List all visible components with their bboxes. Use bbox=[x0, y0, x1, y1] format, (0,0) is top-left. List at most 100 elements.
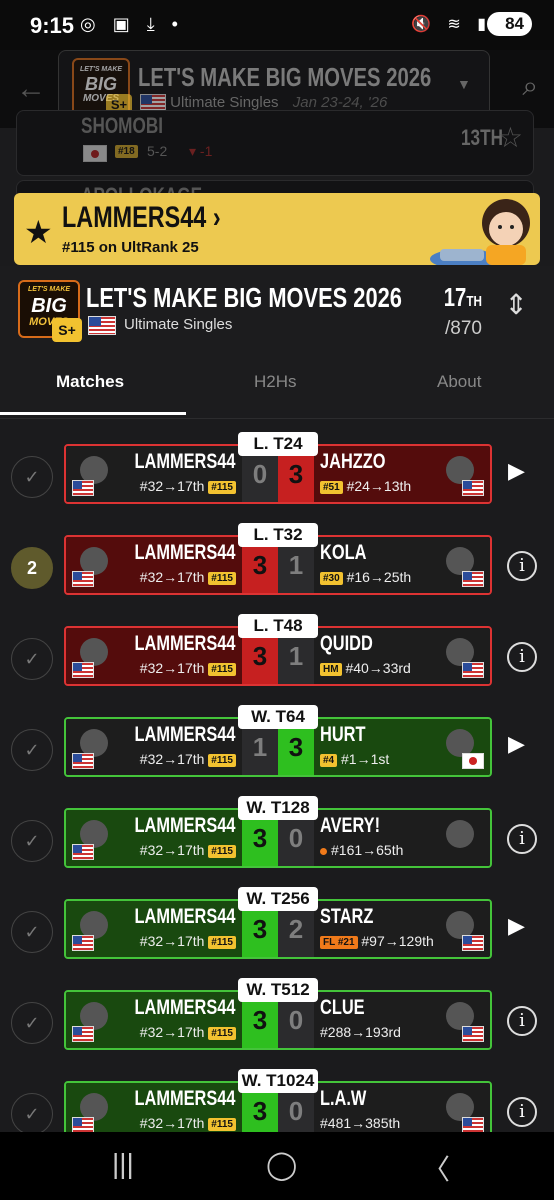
status-dot bbox=[320, 847, 327, 855]
opponent-name: QUIDD bbox=[320, 632, 373, 655]
round-label: W. T1024 bbox=[238, 1069, 318, 1093]
tier-badge: S+ bbox=[52, 318, 82, 342]
play-video-icon[interactable]: ▶ bbox=[508, 458, 525, 484]
player-side: LAMMERS44 #32→17th #115 bbox=[66, 719, 242, 775]
jp-flag-icon bbox=[462, 753, 484, 769]
recents-icon[interactable]: ||| bbox=[112, 1148, 134, 1180]
player-name: LAMMERS44 bbox=[134, 450, 236, 473]
player-side: LAMMERS44 #32→17th #115 bbox=[66, 446, 242, 502]
status-time: 9:15 bbox=[30, 13, 75, 38]
us-flag-icon bbox=[88, 316, 116, 335]
match-status-marker[interactable]: ✓ bbox=[11, 638, 53, 680]
opponent-seed: #481→385th bbox=[320, 1115, 401, 1131]
round-label: W. T512 bbox=[238, 978, 318, 1002]
opponent-seed: HM #40→33rd bbox=[320, 660, 411, 676]
match-row[interactable]: ✓ LAMMERS44 #32→17th #115 1 3 HURT #4 #1… bbox=[0, 705, 554, 789]
background-row-record: 5-2 bbox=[147, 143, 168, 159]
header-game: Ultimate Singles bbox=[170, 94, 279, 111]
play-video-icon[interactable]: ▶ bbox=[508, 731, 525, 757]
match-row[interactable]: ✓ LAMMERS44 #32→17th #115 3 0 AVERY! #16… bbox=[0, 796, 554, 880]
background-row: SHOMOBI #18 5-2 ▾ -1 13TH ☆ bbox=[16, 110, 534, 176]
opponent-seed: #30 #16→25th bbox=[320, 569, 411, 585]
player-seed: #32→17th #115 bbox=[140, 751, 236, 767]
player-rank: #115 on UltRank 25 bbox=[62, 239, 199, 256]
match-row[interactable]: ✓ LAMMERS44 #32→17th #115 3 1 QUIDD HM #… bbox=[0, 614, 554, 698]
opponent-seed-tag: FL #21 bbox=[320, 935, 358, 949]
player-rank-tag: #115 bbox=[208, 662, 236, 676]
opponent-side: L.A.W #481→385th bbox=[314, 1083, 490, 1139]
round-label: W. T64 bbox=[238, 705, 318, 729]
match-status-marker[interactable]: ✓ bbox=[11, 820, 53, 862]
us-flag-icon bbox=[462, 1117, 484, 1133]
player-rank-tag: #115 bbox=[208, 1117, 236, 1131]
player-seed: #32→17th #115 bbox=[140, 1024, 236, 1040]
match-row[interactable]: ✓ LAMMERS44 #32→17th #115 3 2 STARZ FL #… bbox=[0, 887, 554, 971]
info-icon[interactable]: i bbox=[507, 642, 537, 672]
match-status-marker[interactable]: 2 bbox=[11, 547, 53, 589]
final-placement: 17TH bbox=[443, 282, 482, 312]
character-icon bbox=[446, 820, 474, 848]
system-icons: 🔇 ≋ ▮ bbox=[410, 16, 492, 33]
player-side: LAMMERS44 #32→17th #115 bbox=[66, 810, 242, 866]
tab-h2hs[interactable]: H2Hs bbox=[254, 372, 297, 392]
us-flag-icon bbox=[72, 480, 94, 496]
player-rank-tag: #115 bbox=[208, 753, 236, 767]
opponent-name: STARZ bbox=[320, 905, 374, 928]
header-dates: Jan 23-24, '26 bbox=[292, 94, 388, 111]
player-seed: #32→17th #115 bbox=[140, 569, 236, 585]
match-row[interactable]: ✓ LAMMERS44 #32→17th #115 0 3 JAHZZO #51… bbox=[0, 432, 554, 516]
tab-matches[interactable]: Matches bbox=[56, 372, 124, 392]
expand-vertical-icon[interactable]: ⇕ bbox=[505, 288, 528, 321]
player-name: LAMMERS44 bbox=[134, 1087, 236, 1110]
match-status-marker[interactable]: ✓ bbox=[11, 1093, 53, 1135]
home-icon[interactable]: ◯ bbox=[266, 1148, 297, 1181]
opponent-seed: #51 #24→13th bbox=[320, 478, 411, 494]
opponent-seed-tag: #51 bbox=[320, 480, 343, 494]
player-name: LAMMERS44 bbox=[134, 723, 236, 746]
opponent-name: L.A.W bbox=[320, 1087, 367, 1110]
match-status-marker[interactable]: ✓ bbox=[11, 456, 53, 498]
tournament-game: Ultimate Singles bbox=[124, 316, 233, 333]
system-nav-bar: ||| ◯ 〈 bbox=[0, 1132, 554, 1200]
us-flag-icon bbox=[462, 662, 484, 678]
player-rank-tag: #115 bbox=[208, 935, 236, 949]
tournament-info: LET'S MAKE BIG MOVES S+ LET'S MAKE BIG M… bbox=[0, 266, 554, 356]
opponent-side: JAHZZO #51 #24→13th bbox=[314, 446, 490, 502]
tab-about[interactable]: About bbox=[437, 372, 481, 392]
info-icon[interactable]: i bbox=[507, 1097, 537, 1127]
star-outline-icon[interactable]: ☆ bbox=[498, 121, 523, 154]
match-status-marker[interactable]: ✓ bbox=[11, 911, 53, 953]
info-icon[interactable]: i bbox=[507, 824, 537, 854]
player-rank-tag: #115 bbox=[208, 1026, 236, 1040]
us-flag-icon bbox=[72, 1117, 94, 1133]
search-icon[interactable]: ⌕ bbox=[522, 70, 538, 103]
opponent-side: AVERY! #161→65th bbox=[314, 810, 490, 866]
opponent-seed-tag: #30 bbox=[320, 571, 343, 585]
back-arrow-icon[interactable]: ← bbox=[16, 72, 46, 106]
player-name: LAMMERS44 bbox=[134, 905, 236, 928]
star-filled-icon: ★ bbox=[24, 214, 53, 250]
status-bar: 9:15 ◎ ▣ ⤓ • 🔇 ≋ ▮ 84 bbox=[0, 0, 554, 50]
play-video-icon[interactable]: ▶ bbox=[508, 913, 525, 939]
match-row[interactable]: 2 LAMMERS44 #32→17th #115 3 1 KOLA #30 #… bbox=[0, 523, 554, 607]
player-seed: #32→17th #115 bbox=[140, 660, 236, 676]
player-name: LAMMERS44 › bbox=[62, 201, 221, 234]
player-banner[interactable]: ★ LAMMERS44 › #115 on UltRank 25 bbox=[14, 193, 540, 265]
info-icon[interactable]: i bbox=[507, 551, 537, 581]
player-name: LAMMERS44 bbox=[134, 541, 236, 564]
match-row[interactable]: ✓ LAMMERS44 #32→17th #115 3 0 CLUE #288→… bbox=[0, 978, 554, 1062]
player-seed: #32→17th #115 bbox=[140, 842, 236, 858]
opponent-name: KOLA bbox=[320, 541, 367, 564]
back-icon[interactable]: 〈 bbox=[422, 1148, 450, 1188]
info-icon[interactable]: i bbox=[507, 1006, 537, 1036]
round-label: W. T256 bbox=[238, 887, 318, 911]
background-row-place: 13TH bbox=[461, 125, 503, 150]
battery-indicator: 84 bbox=[487, 12, 532, 36]
opponent-name: JAHZZO bbox=[320, 450, 386, 473]
chevron-down-icon[interactable]: ▼ bbox=[457, 76, 471, 92]
tournament-title: LET'S MAKE BIG MOVES 2026 bbox=[86, 282, 402, 313]
match-status-marker[interactable]: ✓ bbox=[11, 729, 53, 771]
round-label: L. T32 bbox=[238, 523, 318, 547]
opponent-seed: #288→193rd bbox=[320, 1024, 401, 1040]
match-status-marker[interactable]: ✓ bbox=[11, 1002, 53, 1044]
